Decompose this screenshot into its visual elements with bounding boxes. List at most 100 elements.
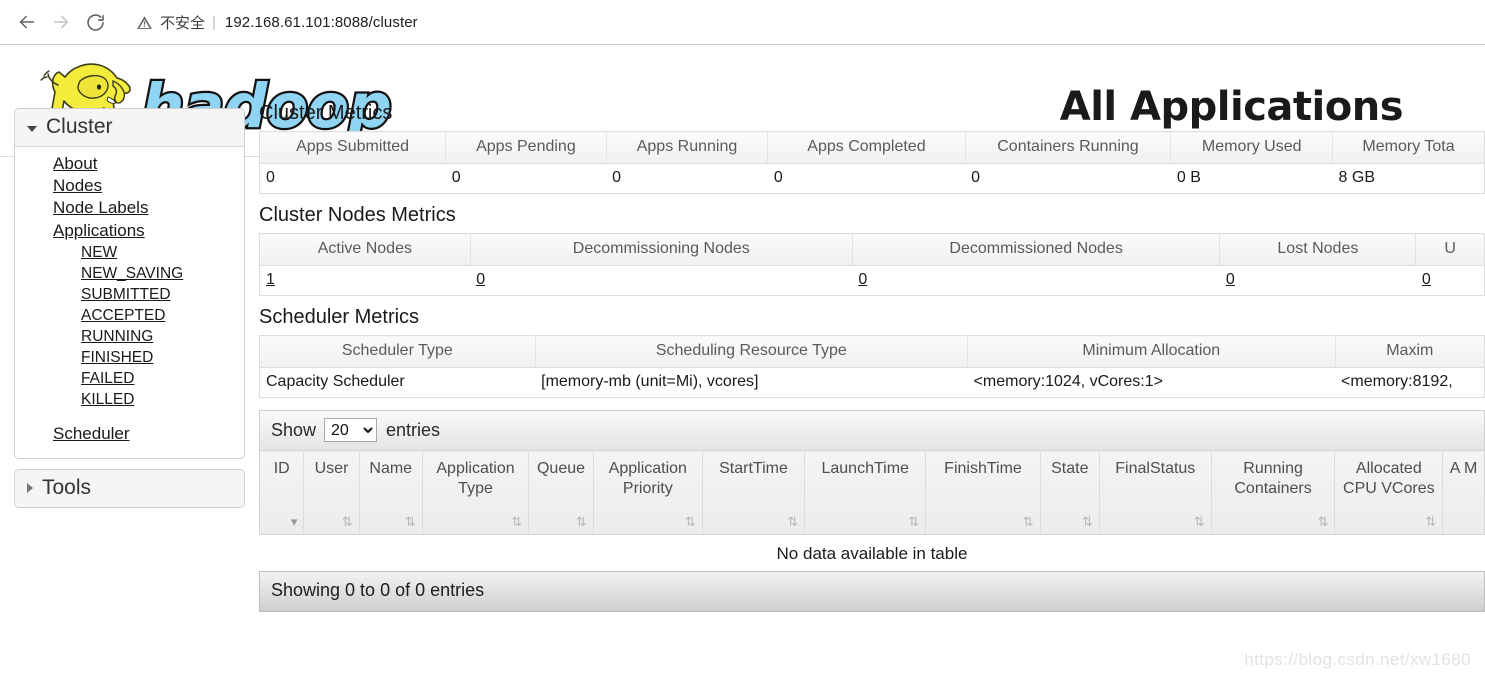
value-containers-running: 0	[965, 163, 1171, 194]
table-row: 1 0 0 0 0	[259, 265, 1485, 296]
column-header-containers-running[interactable]: Containers Running	[964, 131, 1171, 164]
column-label-finalstatus: FinalStatus	[1115, 460, 1196, 477]
value-minimum-allocation: <memory:1024, vCores:1>	[967, 367, 1336, 398]
sidebar-section-tools: Tools	[14, 468, 245, 508]
sort-both-icon: ⇅	[575, 514, 587, 529]
column-header-name[interactable]: Name ⇅	[358, 450, 423, 535]
column-header-memory-total[interactable]: Memory Tota	[1332, 131, 1485, 164]
value-apps-submitted: 0	[259, 163, 446, 194]
forward-button[interactable]	[44, 5, 78, 39]
column-header-state[interactable]: State ⇅	[1039, 450, 1100, 535]
sort-both-icon: ⇅	[511, 514, 523, 529]
column-header-apps-submitted[interactable]: Apps Submitted	[259, 131, 446, 164]
arrow-right-icon	[50, 11, 72, 33]
column-header-apps-completed[interactable]: Apps Completed	[767, 131, 966, 164]
address-bar[interactable]: 不安全 | 192.168.61.101:8088/cluster	[120, 7, 1475, 37]
omnibox-divider: |	[212, 13, 216, 31]
entries-per-page-select[interactable]: 20 50 100	[324, 418, 378, 442]
sidebar-item-state-killed[interactable]: KILLED	[15, 389, 244, 410]
back-button[interactable]	[10, 5, 44, 39]
column-label-allocated-memory: A M	[1449, 460, 1478, 477]
sidebar-cluster-header[interactable]: Cluster	[15, 109, 244, 147]
arrow-left-icon	[16, 11, 38, 33]
value-memory-used: 0 B	[1170, 163, 1333, 194]
column-header-maximum-allocation[interactable]: Maxim	[1334, 335, 1485, 368]
link-decommissioned-nodes[interactable]: 0	[858, 271, 867, 288]
url-text: 192.168.61.101:8088/cluster	[224, 13, 418, 31]
watermark-text: https://blog.csdn.net/xw1680	[1244, 650, 1471, 669]
column-header-scheduling-resource-type[interactable]: Scheduling Resource Type	[534, 335, 968, 368]
column-label-application-priority: Application Priority	[608, 460, 687, 498]
column-label-starttime: StartTime	[719, 460, 788, 477]
column-label-user: User	[314, 460, 349, 477]
column-header-finalstatus[interactable]: FinalStatus ⇅	[1098, 450, 1212, 535]
sidebar-item-nodes[interactable]: Nodes	[15, 175, 244, 197]
link-active-nodes[interactable]: 1	[266, 271, 275, 288]
link-unhealthy-nodes[interactable]: 0	[1422, 271, 1431, 288]
column-header-starttime[interactable]: StartTime ⇅	[701, 450, 805, 535]
scheduler-metrics-title: Scheduler Metrics	[259, 306, 420, 328]
sort-both-icon: ⇅	[1425, 514, 1437, 529]
column-header-decommissioning-nodes[interactable]: Decommissioning Nodes	[469, 233, 853, 266]
main-content: Cluster Metrics Apps Submitted Apps Pend…	[259, 101, 1485, 612]
column-header-running-containers[interactable]: Running Containers ⇅	[1210, 450, 1335, 535]
column-header-queue[interactable]: Queue ⇅	[528, 450, 594, 535]
column-header-application-priority[interactable]: Application Priority ⇅	[592, 450, 703, 535]
link-lost-nodes[interactable]: 0	[1226, 271, 1235, 288]
column-header-user[interactable]: User ⇅	[303, 450, 360, 535]
security-status-label: 不安全	[160, 14, 206, 32]
sidebar-item-scheduler[interactable]: Scheduler	[15, 423, 244, 445]
value-lost-nodes: 0	[1219, 265, 1416, 296]
column-header-memory-used[interactable]: Memory Used	[1170, 131, 1333, 164]
cluster-metrics-table: Apps Submitted Apps Pending Apps Running…	[259, 131, 1485, 194]
column-header-minimum-allocation[interactable]: Minimum Allocation	[967, 335, 1336, 368]
column-label-queue: Queue	[536, 460, 586, 477]
column-header-allocated-cpu-vcores[interactable]: Allocated CPU VCores ⇅	[1334, 450, 1443, 535]
value-memory-total: 8 GB	[1332, 163, 1485, 194]
sidebar-item-state-accepted[interactable]: ACCEPTED	[15, 305, 244, 326]
entries-label: entries	[386, 419, 441, 440]
link-decommissioning-nodes[interactable]: 0	[476, 271, 485, 288]
sort-desc-icon: ▾	[290, 514, 298, 529]
column-header-apps-pending[interactable]: Apps Pending	[445, 131, 607, 164]
sidebar-item-state-submitted[interactable]: SUBMITTED	[15, 284, 244, 305]
value-apps-completed: 0	[767, 163, 966, 194]
sidebar-cluster-label: Cluster	[46, 115, 113, 138]
sort-both-icon: ⇅	[404, 514, 416, 529]
sidebar: Cluster About Nodes Node Labels Applicat…	[14, 108, 245, 518]
reload-icon	[85, 12, 106, 33]
datatable-info-bar: Showing 0 to 0 of 0 entries	[259, 571, 1485, 612]
chevron-right-icon	[27, 482, 33, 493]
column-label-state: State	[1051, 460, 1089, 477]
column-header-apps-running[interactable]: Apps Running	[605, 131, 768, 164]
column-header-id[interactable]: ID ▾	[259, 450, 304, 535]
sort-both-icon: ⇅	[1022, 514, 1034, 529]
sidebar-item-state-new-saving[interactable]: NEW_SAVING	[15, 263, 244, 284]
sidebar-item-node-labels[interactable]: Node Labels	[15, 197, 244, 219]
sidebar-item-about[interactable]: About	[15, 153, 244, 175]
table-row: Capacity Scheduler [memory-mb (unit=Mi),…	[259, 367, 1485, 398]
value-scheduling-resource-type: [memory-mb (unit=Mi), vcores]	[535, 367, 968, 398]
column-header-scheduler-type[interactable]: Scheduler Type	[259, 335, 536, 368]
cluster-nodes-metrics-title: Cluster Nodes Metrics	[259, 204, 456, 226]
table-header-row: Scheduler Type Scheduling Resource Type …	[259, 335, 1485, 368]
column-header-unhealthy-nodes[interactable]: U	[1415, 233, 1485, 266]
column-header-allocated-memory[interactable]: A M	[1442, 450, 1485, 535]
sidebar-item-state-failed[interactable]: FAILED	[15, 368, 244, 389]
column-header-launchtime[interactable]: LaunchTime ⇅	[804, 450, 926, 535]
column-header-decommissioned-nodes[interactable]: Decommissioned Nodes	[851, 233, 1220, 266]
sidebar-item-applications[interactable]: Applications	[15, 220, 244, 242]
column-header-application-type[interactable]: Application Type ⇅	[421, 450, 529, 535]
sidebar-item-state-new[interactable]: NEW	[15, 242, 244, 263]
column-header-lost-nodes[interactable]: Lost Nodes	[1219, 233, 1416, 266]
reload-button[interactable]	[78, 5, 112, 39]
column-header-finishtime[interactable]: FinishTime ⇅	[925, 450, 1041, 535]
scheduler-metrics-table: Scheduler Type Scheduling Resource Type …	[259, 335, 1485, 398]
sidebar-tools-header[interactable]: Tools	[15, 469, 244, 507]
sidebar-item-state-running[interactable]: RUNNING	[15, 326, 244, 347]
column-header-active-nodes[interactable]: Active Nodes	[259, 233, 471, 266]
value-apps-pending: 0	[445, 163, 607, 194]
applications-table: ID ▾ User ⇅ Name ⇅ Application Type ⇅ Qu…	[259, 450, 1485, 535]
sidebar-item-state-finished[interactable]: FINISHED	[15, 347, 244, 368]
